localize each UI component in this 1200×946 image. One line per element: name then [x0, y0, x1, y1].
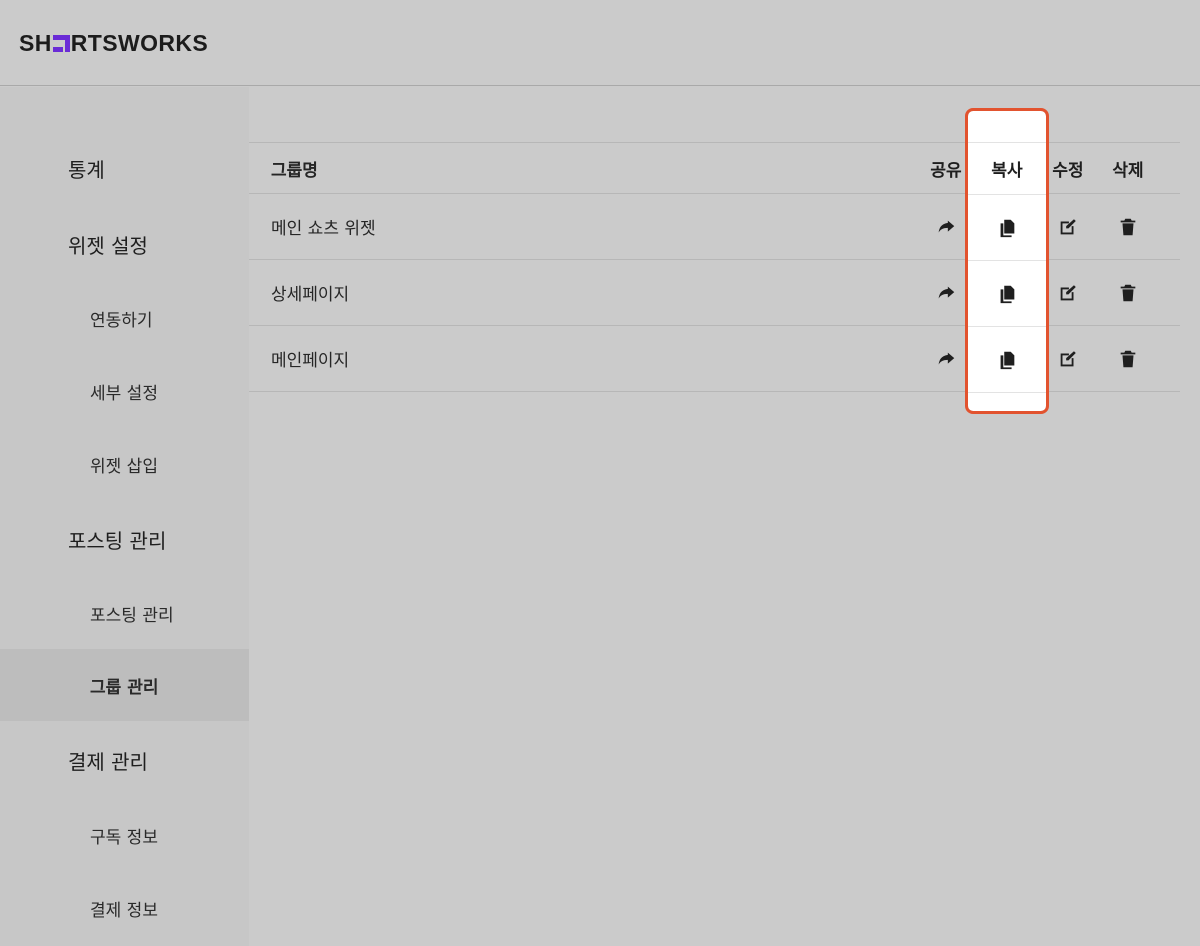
- sidebar-item-widget-insert[interactable]: 위젯 삽입: [0, 428, 249, 500]
- header-delete: 삭제: [1112, 160, 1144, 181]
- sidebar: 통계 위젯 설정 연동하기 세부 설정 위젯 삽입 포스팅 관리 포스팅 관리 …: [0, 87, 249, 946]
- sidebar-item-stats[interactable]: 통계: [0, 130, 249, 206]
- header-edit: 수정: [1052, 160, 1084, 181]
- sidebar-item-label: 포스팅 관리: [68, 528, 167, 553]
- main-content: 그룹명 공유 복사 수정 삭제 메인 쇼츠 위젯 상세페이지: [249, 87, 1200, 946]
- sidebar-item-label: 그룹 관리: [90, 677, 159, 698]
- shortsworks-logo[interactable]: SH RTSWORKS: [19, 30, 208, 57]
- sidebar-item-label: 포스팅 관리: [90, 606, 174, 626]
- copy-icon[interactable]: [995, 348, 1019, 372]
- top-header: SH RTSWORKS: [0, 0, 1200, 86]
- edit-icon[interactable]: [1056, 347, 1080, 371]
- header-copy-highlighted: 복사: [991, 160, 1023, 181]
- logo-o-mark-icon: [52, 35, 70, 52]
- trash-icon[interactable]: [1116, 347, 1140, 371]
- group-name: 메인 쇼츠 위젯: [271, 219, 376, 239]
- copy-icon[interactable]: [995, 216, 1019, 240]
- group-name: 메인페이지: [271, 351, 350, 371]
- sidebar-item-label: 통계: [68, 157, 105, 182]
- sidebar-item-label: 결제 관리: [68, 749, 148, 774]
- sidebar-item-payment-info[interactable]: 결제 정보: [0, 871, 249, 945]
- sidebar-item-label: 결제 정보: [90, 900, 158, 921]
- header-share: 공유: [930, 160, 962, 181]
- sidebar-item-label: 위젯 설정: [68, 233, 148, 258]
- sidebar-item-posting-management[interactable]: 포스팅 관리: [0, 500, 249, 578]
- sidebar-item-widget-settings[interactable]: 위젯 설정: [0, 206, 249, 282]
- copy-icon[interactable]: [995, 282, 1019, 306]
- sidebar-item-label: 연동하기: [90, 310, 153, 331]
- group-name: 상세페이지: [271, 285, 350, 305]
- sidebar-item-subscription-info[interactable]: 구독 정보: [0, 799, 249, 871]
- sidebar-item-label: 구독 정보: [90, 827, 158, 848]
- sidebar-item-label: 세부 설정: [90, 383, 158, 404]
- copy-column: 복사: [968, 111, 1046, 411]
- logo-prefix: SH: [19, 30, 52, 56]
- sidebar-item-posting-management-sub[interactable]: 포스팅 관리: [0, 578, 249, 649]
- share-arrow-icon[interactable]: [934, 215, 958, 239]
- sidebar-item-label: 위젯 삽입: [90, 456, 158, 477]
- sidebar-item-group-management[interactable]: 그룹 관리: [0, 649, 249, 721]
- header-group-name: 그룹명: [271, 160, 318, 181]
- share-arrow-icon[interactable]: [934, 347, 958, 371]
- edit-icon[interactable]: [1056, 281, 1080, 305]
- share-arrow-icon[interactable]: [934, 281, 958, 305]
- sidebar-item-payment-management[interactable]: 결제 관리: [0, 721, 249, 799]
- sidebar-item-detail-settings[interactable]: 세부 설정: [0, 354, 249, 428]
- logo-suffix: RTSWORKS: [70, 30, 209, 56]
- sidebar-item-integration[interactable]: 연동하기: [0, 282, 249, 354]
- trash-icon[interactable]: [1116, 215, 1140, 239]
- trash-icon[interactable]: [1116, 281, 1140, 305]
- edit-icon[interactable]: [1056, 215, 1080, 239]
